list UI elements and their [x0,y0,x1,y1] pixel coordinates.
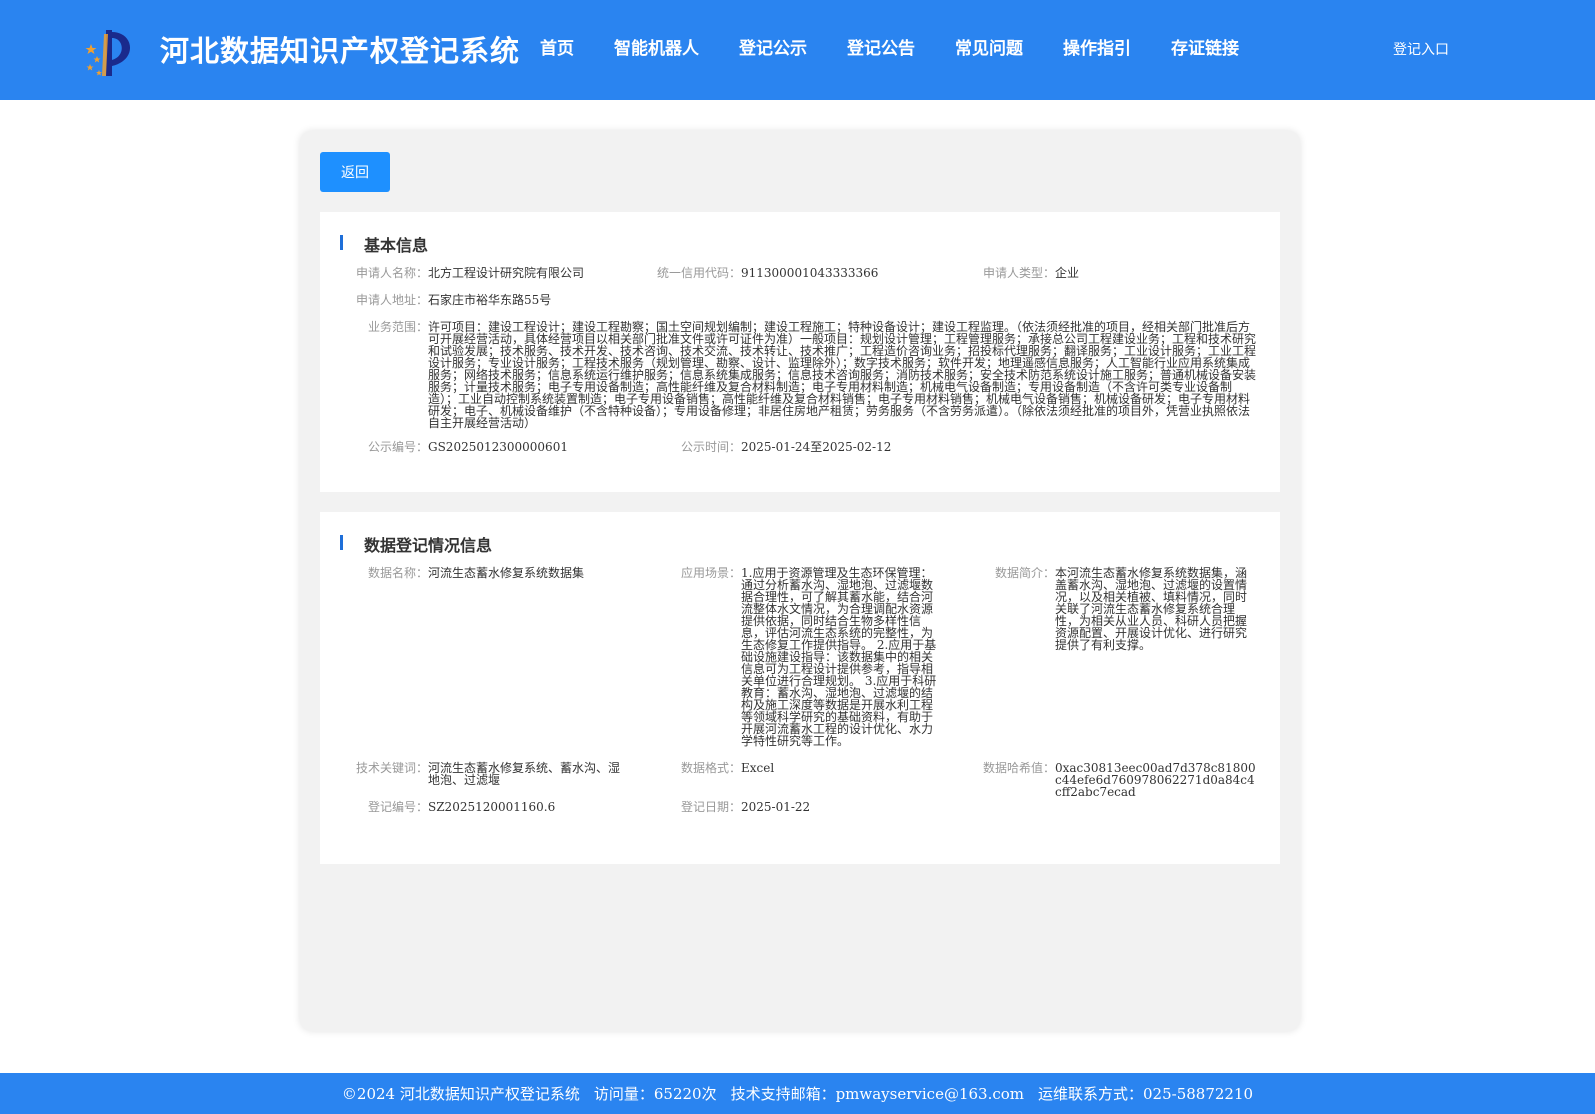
field-value: 0xac30813eec00ad7d378c81800c44efe6d76097… [1055,761,1256,799]
field-notice-time: 公示时间： 2025-01-24至2025-02-12 [681,440,991,454]
field-label: 应用场景： [680,566,741,580]
field-value: 许可项目：建设工程设计；建设工程勘察；国土空间规划编制；建设工程施工；特种设备设… [428,320,1257,430]
field-label: 业务范围： [367,320,428,334]
site-title[interactable]: 河北数据知识产权登记系统 [160,28,520,70]
field-notice-number: 公示编号： GS2025012300000601 [368,440,678,454]
nav-faq[interactable]: 常见问题 [955,34,1023,59]
field-label: 技术关键词： [355,761,428,775]
field-value: 北方工程设计研究院有限公司 [428,266,585,280]
login-link[interactable]: 登记入口 [1393,39,1449,59]
field-data-format: 数据格式： Excel [681,761,941,775]
footer-contact: 运维联系方式：025-58872210 [1038,1085,1254,1103]
field-value: 河流生态蓄水修复系统、蓄水沟、湿地泡、过滤堰 [428,761,621,787]
field-label: 登记编号： [367,800,428,814]
footer-visits: 访问量：65220次 [593,1085,717,1103]
field-label: 数据哈希值： [982,761,1055,775]
page-footer: ©2024 河北数据知识产权登记系统 访问量：65220次 技术支持邮箱：pmw… [0,1073,1595,1114]
field-value: Excel [741,761,775,775]
system-logo-icon[interactable] [82,26,136,80]
registration-info-card: 数据登记情况信息 数据名称： 河流生态蓄水修复系统数据集 应用场景： 1.应用于… [320,512,1280,864]
field-application-scenario: 应用场景： 1.应用于资源管理及生态环保管理：通过分析蓄水沟、湿地泡、过滤堰数据… [681,566,943,748]
field-data-intro: 数据简介： 本河流生态蓄水修复系统数据集，涵盖蓄水沟、湿地泡、过滤堰的设置情况，… [995,566,1255,652]
field-label: 申请人地址： [355,293,428,307]
field-value: 本河流生态蓄水修复系统数据集，涵盖蓄水沟、湿地泡、过滤堰的设置情况，以及相关植被… [1055,566,1248,652]
back-button[interactable]: 返回 [320,152,390,192]
field-label: 申请人类型： [982,266,1055,280]
field-value: 石家庄市裕华东路55号 [428,293,552,307]
field-label: 数据格式： [680,761,741,775]
detail-panel: 返回 基本信息 申请人名称： 北方工程设计研究院有限公司 统一信用代码： 911… [300,131,1300,1031]
field-credit-code: 统一信用代码： 911300001043333366 [657,266,941,280]
nav-evidence-link[interactable]: 存证链接 [1171,34,1239,59]
field-value: 911300001043333366 [741,266,879,280]
field-label: 登记日期： [680,800,741,814]
nav-home[interactable]: 首页 [540,34,574,59]
section-title-basic: 基本信息 [340,232,428,256]
field-value: GS2025012300000601 [428,440,568,454]
field-registration-date: 登记日期： 2025-01-22 [681,800,991,814]
section-title-registration: 数据登记情况信息 [340,532,492,556]
nav-registration-publicity[interactable]: 登记公示 [739,34,807,59]
field-value: 1.应用于资源管理及生态环保管理：通过分析蓄水沟、湿地泡、过滤堰数据合理性，可了… [741,566,937,748]
footer-email: 技术支持邮箱：pmwayservice@163.com [730,1085,1025,1103]
field-label: 公示时间： [680,440,741,454]
field-value: 企业 [1055,266,1080,280]
field-registration-number: 登记编号： SZ2025120001160.6 [368,800,678,814]
main-nav: 首页 智能机器人 登记公示 登记公告 常见问题 操作指引 存证链接 [540,34,1279,59]
field-applicant-name: 申请人名称： 北方工程设计研究院有限公司 [356,266,643,280]
field-applicant-type: 申请人类型： 企业 [983,266,1255,280]
field-value: 2025-01-24至2025-02-12 [741,440,892,454]
field-business-scope: 业务范围： 许可项目：建设工程设计；建设工程勘察；国土空间规划编制；建设工程施工… [368,320,1260,430]
field-keywords: 技术关键词： 河流生态蓄水修复系统、蓄水沟、湿地泡、过滤堰 [356,761,628,787]
field-label: 数据名称： [367,566,428,580]
field-label: 统一信用代码： [656,266,741,280]
field-value: 河流生态蓄水修复系统数据集 [428,566,585,580]
field-label: 公示编号： [367,440,428,454]
field-address: 申请人地址： 石家庄市裕华东路55号 [356,293,728,307]
field-label: 数据简介： [994,566,1055,580]
field-value: 2025-01-22 [741,800,811,814]
field-data-name: 数据名称： 河流生态蓄水修复系统数据集 [368,566,628,580]
footer-copyright: ©2024 河北数据知识产权登记系统 [341,1085,580,1103]
top-header: 河北数据知识产权登记系统 首页 智能机器人 登记公示 登记公告 常见问题 操作指… [0,0,1595,100]
field-data-hash: 数据哈希值： 0xac30813eec00ad7d378c81800c44efe… [983,761,1260,799]
nav-guide[interactable]: 操作指引 [1063,34,1131,59]
nav-robot[interactable]: 智能机器人 [614,34,699,59]
nav-registration-announcement[interactable]: 登记公告 [847,34,915,59]
basic-info-card: 基本信息 申请人名称： 北方工程设计研究院有限公司 统一信用代码： 911300… [320,212,1280,492]
field-label: 申请人名称： [355,266,428,280]
field-value: SZ2025120001160.6 [428,800,556,814]
